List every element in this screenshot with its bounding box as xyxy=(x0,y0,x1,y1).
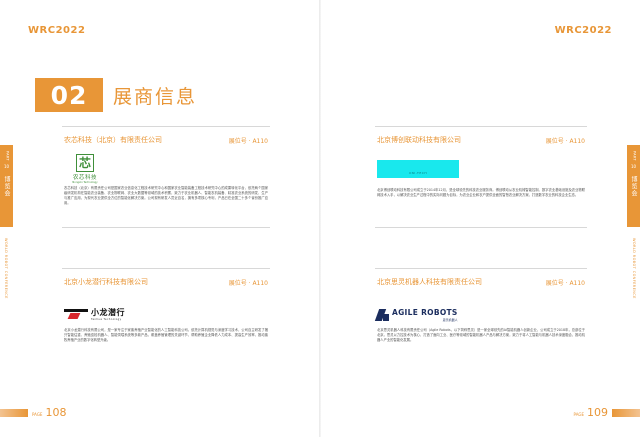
side-tab-part: PART xyxy=(632,151,637,161)
page-label: PAGE xyxy=(32,412,43,417)
company-name: 北京思灵机器人科技有限责任公司 xyxy=(377,278,482,286)
vertical-conference-label: WORLD ROBOT CONFERENCE xyxy=(4,238,8,299)
card-divider xyxy=(62,268,270,269)
page-footer: PAGE 108 xyxy=(32,406,66,419)
vertical-conference-label: WORLD ROBOT CONFERENCE xyxy=(632,238,636,299)
booth-number: 展位号 · A110 xyxy=(545,280,585,287)
side-tab-number: 10 xyxy=(630,163,637,169)
company-description: 北京小龙潜行科技有限公司，是一家专注于家畜养殖产业智能化的人工智能科技公司。依托… xyxy=(64,328,268,342)
brand-logo: WRC2022 xyxy=(28,25,86,36)
card-divider xyxy=(62,126,270,127)
exhibitor-card: 北京博创联动科技有限公司 展位号 · A110 UNI-TECH 北京博创联动科… xyxy=(375,126,587,228)
side-tab-section: 博览会 xyxy=(630,175,637,197)
card-divider xyxy=(62,227,270,228)
company-name: 北京小龙潜行科技有限公司 xyxy=(64,278,148,286)
company-logo: AGILE ROBOTS 思灵机器人 xyxy=(374,308,458,322)
left-page: WRC2022 PART 10 博览会 WORLD ROBOT CONFEREN… xyxy=(0,0,320,437)
company-name: 农芯科技（北京）有限责任公司 xyxy=(64,136,162,144)
agile-robots-logo-icon xyxy=(374,309,389,321)
company-logo: 芯 农芯科技 Nongxin Technology xyxy=(64,154,106,184)
card-divider xyxy=(375,126,587,127)
section-number: 02 xyxy=(35,78,103,112)
company-logo: UNI-TECH xyxy=(377,160,459,178)
brand-logo: WRC2022 xyxy=(554,25,612,36)
exhibitor-card: 农芯科技（北京）有限责任公司 展位号 · A110 芯 农芯科技 Nongxin… xyxy=(62,126,270,228)
company-logo: 小龙潜行 Tanhua Technology xyxy=(64,307,125,321)
side-tab-section: 博览会 xyxy=(3,175,10,197)
logo-name: AGILE ROBOTS xyxy=(392,308,458,317)
card-divider xyxy=(375,268,587,269)
side-tab-number: 10 xyxy=(3,163,10,169)
side-tab-part: PART xyxy=(5,151,10,161)
card-divider xyxy=(375,227,587,228)
booth-number: 展位号 · A110 xyxy=(228,138,268,145)
company-description: 北京思灵机器人科技有限责任公司（Agile Robots，以下简称思灵）是一家全… xyxy=(377,328,585,342)
dragon-logo-icon xyxy=(64,309,88,319)
logo-name: 农芯科技 xyxy=(72,175,97,181)
page-label: PAGE xyxy=(573,412,584,417)
section-header: 02 展商信息 xyxy=(35,78,197,112)
company-name: 北京博创联动科技有限公司 xyxy=(377,136,461,144)
page-footer: PAGE 109 xyxy=(574,406,608,419)
logo-subtitle: Nongxin Technology xyxy=(72,181,98,184)
exhibitor-card: 北京小龙潜行科技有限公司 展位号 · A110 小龙潜行 Tanhua Tech… xyxy=(62,268,270,360)
company-description: 北京博创联动科技有限公司成立于2014年12月，是全球领先的科技农业服务商。博创… xyxy=(377,188,585,197)
company-description: 农芯科技（北京）有限责任公司是国家农业信息化工程技术研究中心和国家农业智能装备工… xyxy=(64,186,268,205)
bottom-accent-bar xyxy=(612,409,640,417)
logo-subtitle: 思灵机器人 xyxy=(442,318,458,322)
magazine-spread: WRC2022 PART 10 博览会 WORLD ROBOT CONFEREN… xyxy=(0,0,640,437)
booth-number: 展位号 · A110 xyxy=(228,280,268,287)
section-title: 展商信息 xyxy=(113,85,198,108)
logo-name: UNI-TECH xyxy=(408,171,428,175)
page-number: 109 xyxy=(587,406,608,419)
logo-name: 小龙潜行 xyxy=(91,308,125,317)
page-number: 108 xyxy=(45,406,67,419)
logo-subtitle: Tanhua Technology xyxy=(91,318,122,321)
booth-number: 展位号 · A110 xyxy=(545,138,585,145)
side-tab-right: PART 10 博览会 xyxy=(627,145,640,227)
right-page: WRC2022 PART 10 博览会 WORLD ROBOT CONFEREN… xyxy=(320,0,640,437)
side-tab-left: PART 10 博览会 xyxy=(0,145,13,227)
leaf-icon: 芯 xyxy=(76,154,94,172)
exhibitor-card: 北京思灵机器人科技有限责任公司 展位号 · A110 AGILE ROBOTS … xyxy=(374,268,587,360)
bottom-accent-bar xyxy=(0,409,28,417)
